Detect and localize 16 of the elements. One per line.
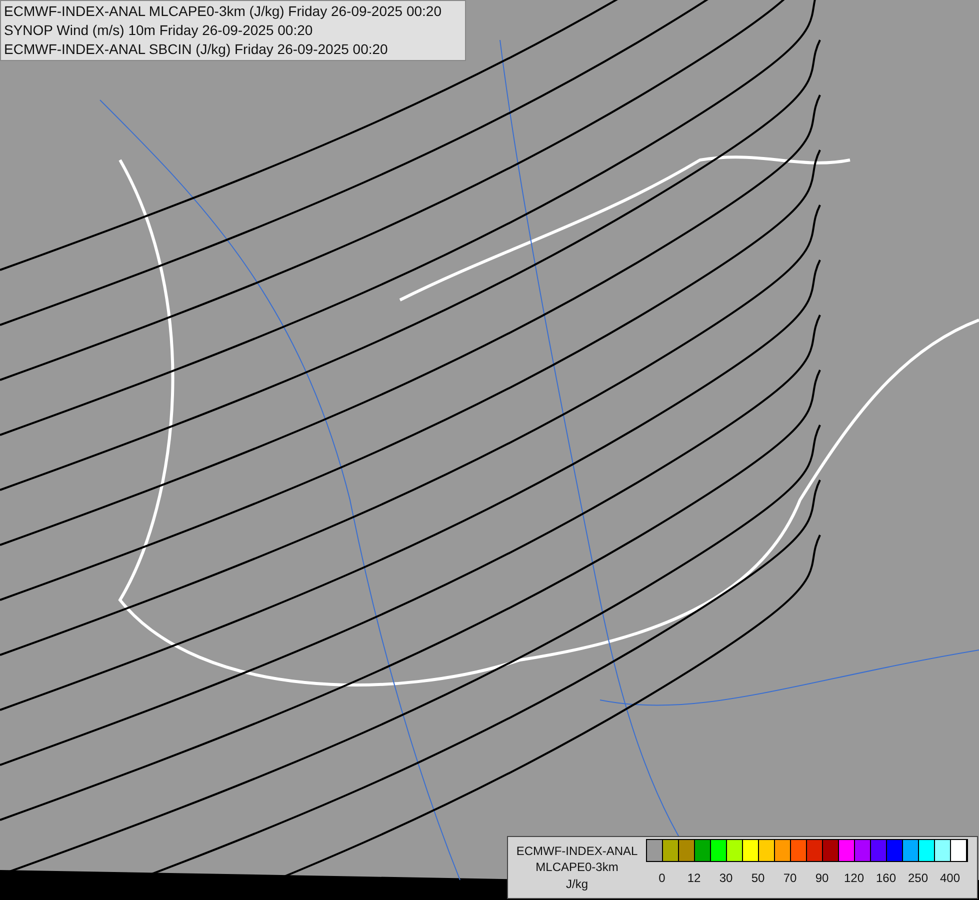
tick-label: 400	[940, 870, 960, 886]
tick-label: 90	[815, 870, 829, 886]
legend-text: ECMWF-INDEX-ANAL MLCAPE0-3km (J/kg) Friday 26-09-2025 00:20	[4, 2, 442, 21]
tick-label: 160	[876, 870, 896, 886]
tick-label: 0	[658, 870, 666, 886]
tick-label: 12	[687, 870, 701, 886]
scale-title: ECMWF-INDEX-ANAL	[516, 843, 638, 859]
tick-label: 250	[908, 870, 928, 886]
tick-label: 70	[783, 870, 797, 886]
tick-label: 30	[719, 870, 733, 886]
legend-text: ECMWF-INDEX-ANAL SBCIN (J/kg) Friday 26-09-2025 00:20	[4, 40, 389, 59]
tick-label: 50	[751, 870, 765, 886]
legend-text: SYNOP Wind (m/s) 10m Friday 26-09-2025 00:20	[4, 21, 314, 40]
tick-label: 120	[844, 870, 864, 886]
scale-unit: J/kg	[566, 876, 588, 893]
scale-subtitle: MLCAPE0-3km	[536, 859, 618, 875]
